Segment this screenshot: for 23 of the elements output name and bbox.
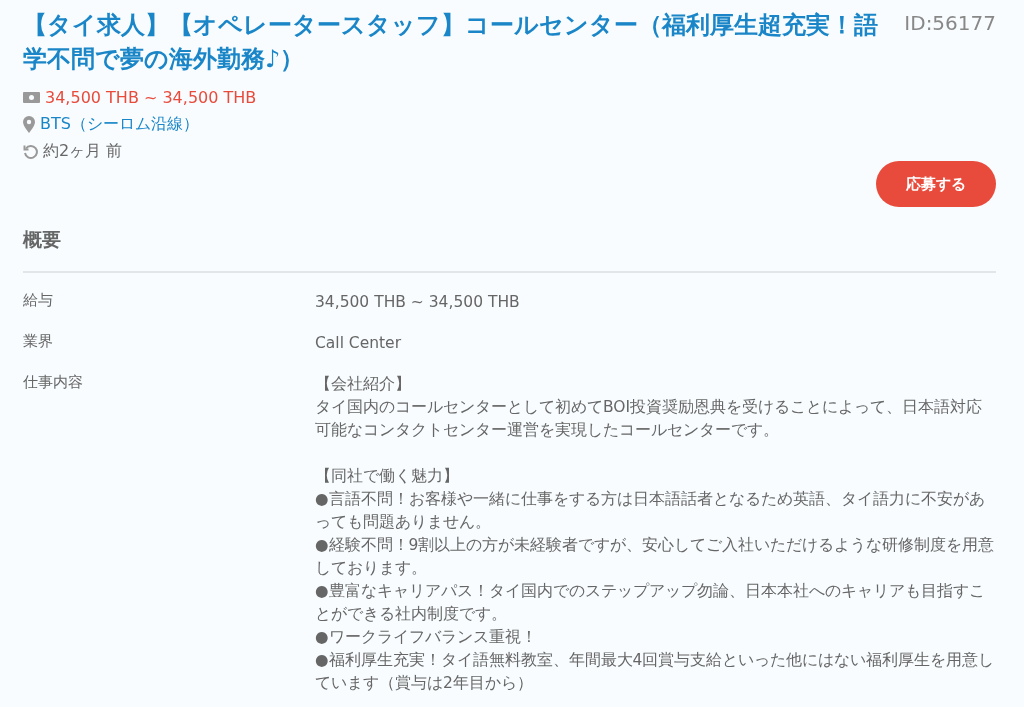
- salary-range: 34,500 THB ~ 34,500 THB: [45, 88, 257, 107]
- history-icon: [23, 144, 38, 159]
- description-paragraph: ●豊富なキャリアパス！タイ国内でのステップアップ勿論、日本本社へのキャリアも目指すことができる社内制度です。: [315, 581, 986, 625]
- detail-label: 給与: [23, 291, 54, 311]
- description-paragraph: ●言語不問！お客様や一緒に仕事をする方は日本語話者となるため英語、タイ語力に不安があっても問題ありません。: [315, 489, 986, 533]
- detail-label: 仕事内容: [23, 373, 84, 393]
- job-id: ID:56177: [904, 10, 996, 35]
- posted-time: 約2ヶ月 前: [43, 141, 123, 162]
- description-paragraph: 【同社で働く魅力】: [315, 466, 460, 487]
- description-paragraph: ●ワークライフバランス重視！: [315, 627, 538, 648]
- detail-label: 業界: [23, 332, 54, 352]
- description-paragraph: 【会社紹介】: [315, 374, 412, 395]
- description-paragraph: ●経験不問！9割以上の方が未経験者ですが、安心してご入社いただけるような研修制度を用意しております。: [315, 535, 996, 579]
- apply-button[interactable]: 応募する: [876, 161, 996, 207]
- detail-value: Call Center: [315, 333, 403, 354]
- section-heading: 概要: [23, 227, 996, 273]
- description-paragraph: タイ国内のコールセンターとして初めてBOI投資奨励恩典を受けることによって、日本語対応可能なコンタクトセンター運営を実現したコールセンターです。: [315, 397, 984, 441]
- location-pin-icon: [23, 116, 35, 133]
- job-title: 【タイ求人】【オペレータースタッフ】コールセンター（福利厚生超充実！語学不問で夢の海外勤務♪）: [23, 10, 879, 75]
- detail-value: 34,500 THB ~ 34,500 THB: [315, 292, 521, 313]
- description-paragraph: ●福利厚生充実！タイ語無料教室、年間最大4回賞与支給といった他にはない福利厚生を用意しています（賞与は2年目から）: [315, 650, 996, 694]
- location: BTS（シーロム沿線）: [40, 114, 199, 135]
- money-icon: [23, 92, 40, 103]
